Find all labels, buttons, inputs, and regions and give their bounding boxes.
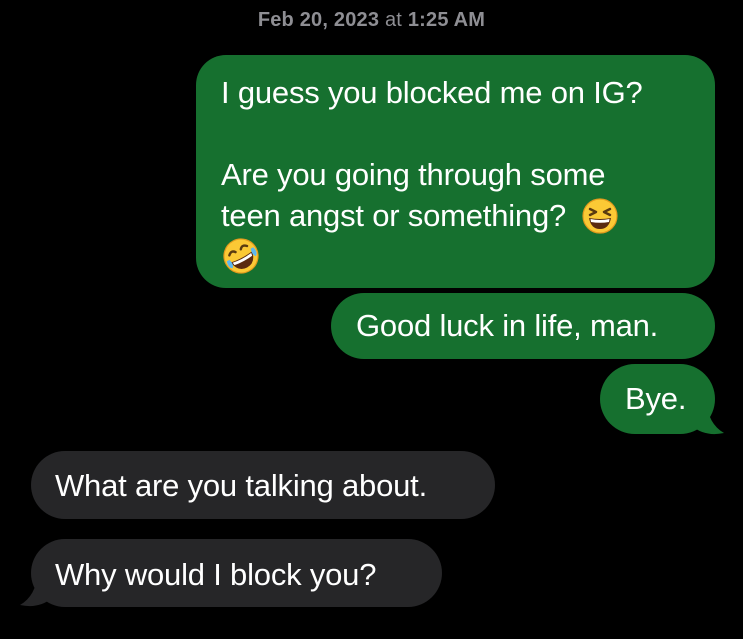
- received-message-bubble[interactable]: What are you talking about.: [31, 451, 495, 519]
- rolling-on-floor-laughing-icon: [223, 238, 259, 274]
- timestamp-time: 1:25 AM: [407, 9, 486, 31]
- message-text-line: Are you going through some: [221, 157, 606, 192]
- received-bubble-tail: [20, 572, 54, 607]
- emoji-line: [221, 233, 691, 276]
- sent-message-bubble[interactable]: Good luck in life, man.: [331, 293, 715, 359]
- message-text-line-with-emoji: teen angst or something?: [221, 195, 691, 236]
- message-text: Bye.: [625, 381, 687, 416]
- timestamp-connector: at: [384, 9, 403, 31]
- message-text: What are you talking about.: [55, 468, 427, 503]
- grinning-squinting-face-icon: [582, 198, 619, 234]
- message-text-line: [221, 113, 691, 154]
- message-text-line: I guess you blocked me on IG?: [221, 75, 643, 110]
- message-text: Good luck in life, man.: [356, 308, 659, 343]
- message-text-line: teen angst or something?: [221, 198, 567, 233]
- message-text: Why would I block you?: [55, 557, 377, 592]
- received-message-bubble[interactable]: Why would I block you?: [31, 539, 442, 607]
- sent-bubble-tail: [690, 400, 724, 435]
- timestamp-date: Feb 20, 2023: [257, 9, 380, 31]
- sent-message-bubble[interactable]: I guess you blocked me on IG? Are you go…: [196, 55, 715, 288]
- conversation-timestamp: Feb 20, 2023 at 1:25 AM: [0, 9, 743, 32]
